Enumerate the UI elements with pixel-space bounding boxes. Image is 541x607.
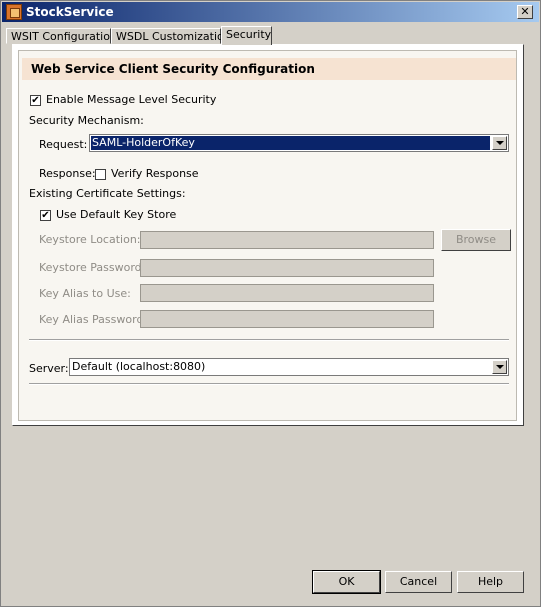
close-button[interactable]: ✕ <box>517 5 533 19</box>
section-header: Web Service Client Security Configuratio… <box>22 58 516 80</box>
tab-wsdl-customization[interactable]: WSDL Customization <box>111 28 231 44</box>
keystore-location-field[interactable] <box>140 231 434 249</box>
divider <box>29 383 509 385</box>
chevron-down-icon[interactable] <box>492 360 507 374</box>
divider <box>29 339 509 341</box>
client-security-config-panel: Web Service Client Security Configuratio… <box>18 50 517 421</box>
verify-response-label: Verify Response <box>111 167 199 180</box>
existing-certificate-settings-label: Existing Certificate Settings: <box>29 187 186 200</box>
security-mechanism-label: Security Mechanism: <box>29 114 144 127</box>
server-select[interactable]: Default (localhost:8080) <box>69 358 509 376</box>
chevron-down-icon[interactable] <box>492 136 507 150</box>
key-alias-password-label: Key Alias Password: <box>39 313 148 326</box>
help-button[interactable]: Help <box>457 571 524 593</box>
use-default-keystore-checkbox[interactable]: ✔ <box>40 210 51 221</box>
key-alias-label: Key Alias to Use: <box>39 287 131 300</box>
title-bar[interactable]: StockService ✕ <box>2 2 539 22</box>
enable-message-security-label: Enable Message Level Security <box>46 93 217 106</box>
enable-message-security-checkbox[interactable]: ✔ <box>30 95 41 106</box>
ok-button[interactable]: OK <box>312 570 381 594</box>
security-tab-panel: Web Service Client Security Configuratio… <box>12 44 524 426</box>
tab-security[interactable]: Security <box>221 26 272 45</box>
dialog-window: StockService ✕ WSIT Configuration WSDL C… <box>0 0 541 607</box>
verify-response-checkbox[interactable] <box>95 169 106 180</box>
response-label: Response: <box>39 167 96 180</box>
window-title: StockService <box>26 5 114 19</box>
request-mechanism-value: SAML-HolderOfKey <box>91 136 490 150</box>
keystore-location-label: Keystore Location: <box>39 233 141 246</box>
server-label: Server: <box>29 362 69 375</box>
section-heading: Web Service Client Security Configuratio… <box>31 62 315 76</box>
keystore-password-field[interactable] <box>140 259 434 277</box>
request-mechanism-select[interactable]: SAML-HolderOfKey <box>89 134 509 152</box>
key-alias-field[interactable] <box>140 284 434 302</box>
app-icon <box>6 4 22 20</box>
key-alias-password-field[interactable] <box>140 310 434 328</box>
use-default-keystore-label: Use Default Key Store <box>56 208 177 221</box>
cancel-button[interactable]: Cancel <box>385 571 452 593</box>
keystore-password-label: Keystore Password: <box>39 261 146 274</box>
server-value: Default (localhost:8080) <box>72 360 206 373</box>
request-label: Request: <box>39 138 88 151</box>
browse-button[interactable]: Browse <box>441 229 511 251</box>
tab-wsit-configuration[interactable]: WSIT Configuration <box>6 28 117 44</box>
